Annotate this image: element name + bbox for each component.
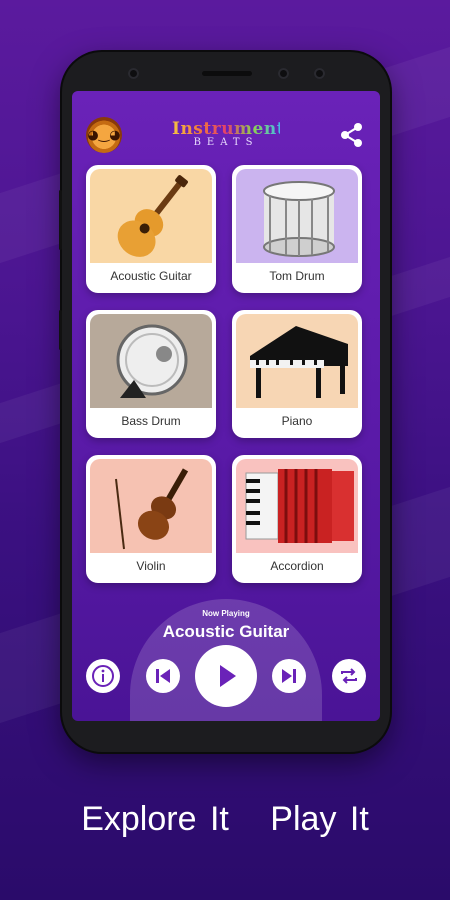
now-playing-panel: Now Playing Acoustic Guitar: [72, 599, 380, 721]
mascot-face-icon: ◕‿◕: [87, 127, 121, 143]
instrument-card-acoustic-guitar[interactable]: Acoustic Guitar: [86, 165, 216, 293]
info-button[interactable]: [86, 659, 120, 693]
repeat-button[interactable]: [332, 659, 366, 693]
share-icon: [341, 123, 362, 147]
violin-image: [90, 459, 212, 553]
earpiece-speaker: [202, 71, 252, 76]
tom-drum-image: [236, 169, 358, 263]
next-icon: [282, 669, 296, 683]
accordion-image: [236, 459, 358, 553]
instrument-label: Piano: [281, 414, 313, 428]
instrument-card-piano[interactable]: Piano: [232, 310, 362, 438]
mascot-avatar[interactable]: ◕‿◕: [86, 117, 122, 153]
play-icon: [220, 665, 236, 687]
play-button[interactable]: [195, 645, 257, 707]
instrument-label: Tom Drum: [269, 269, 325, 283]
instrument-label: Acoustic Guitar: [110, 269, 192, 283]
accordion-icon: [245, 469, 354, 543]
front-sensor: [278, 68, 289, 79]
instrument-label: Bass Drum: [121, 414, 181, 428]
piano-icon: [250, 326, 348, 398]
instrument-card-violin[interactable]: Violin: [86, 455, 216, 583]
next-button[interactable]: [272, 659, 306, 693]
app-screen: ◕‿◕ Instrument BEATS Acoustic Guitar Tom…: [72, 91, 380, 721]
bass-drum-image: [90, 314, 212, 408]
now-playing-label: Now Playing: [202, 609, 250, 618]
acoustic-guitar-image: [90, 169, 212, 263]
tagline-explore: Explore It: [81, 800, 229, 838]
bass-drum-icon: [116, 324, 188, 398]
tagline-play: Play It: [270, 800, 369, 838]
violin-icon: [115, 468, 189, 550]
acoustic-guitar-icon: [117, 175, 188, 257]
share-button[interactable]: [338, 121, 366, 149]
previous-icon: [156, 669, 170, 683]
previous-button[interactable]: [146, 659, 180, 693]
logo-title: Instrument: [172, 119, 286, 139]
now-playing-track: Acoustic Guitar: [162, 622, 290, 641]
phone-top-bezel: [62, 52, 390, 94]
repeat-icon: [341, 668, 357, 684]
instrument-label: Accordion: [270, 559, 324, 573]
phone-side-button: [59, 310, 62, 350]
instrument-card-tom-drum[interactable]: Tom Drum: [232, 165, 362, 293]
instrument-card-accordion[interactable]: Accordion: [232, 455, 362, 583]
tagline: Explore It Play It: [0, 800, 450, 839]
phone-side-button: [59, 190, 62, 250]
tom-drum-icon: [263, 181, 335, 257]
instrument-card-bass-drum[interactable]: Bass Drum: [86, 310, 216, 438]
app-logo: Instrument BEATS: [172, 119, 286, 148]
instrument-label: Violin: [136, 559, 166, 573]
app-header: ◕‿◕ Instrument BEATS: [72, 91, 380, 161]
piano-image: [236, 314, 358, 408]
front-sensor-2: [314, 68, 325, 79]
front-camera: [128, 68, 139, 79]
info-icon: [92, 665, 114, 687]
